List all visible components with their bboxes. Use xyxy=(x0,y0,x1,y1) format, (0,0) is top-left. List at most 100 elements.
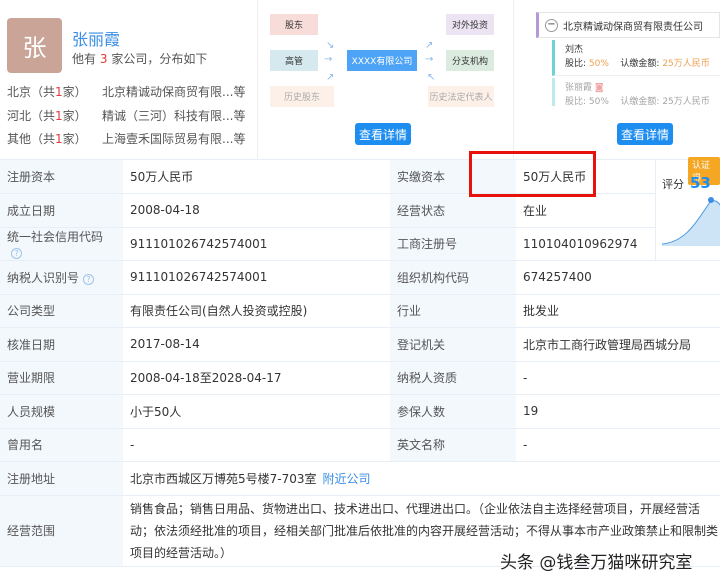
holder-name: 张丽霞 xyxy=(565,83,593,93)
watermark: 头条 @钱叁万猫咪研究室 xyxy=(500,553,693,573)
address-text: 北京市西城区万博苑5号楼7-703室 xyxy=(130,471,317,486)
side-cell xyxy=(698,327,720,362)
nearby-companies-link[interactable]: 附近公司 xyxy=(323,472,371,486)
side-cell xyxy=(698,260,720,295)
field-label: 登记机关 xyxy=(390,327,516,362)
field-label: 营业期限 xyxy=(0,361,123,395)
arrow-icon: ↗ xyxy=(326,72,335,83)
graph-detail-button[interactable]: 查看详情 xyxy=(355,123,411,145)
executives-box: 高管 xyxy=(270,50,318,71)
score-marker-icon xyxy=(708,197,714,203)
help-icon[interactable]: ? xyxy=(83,273,95,285)
field-value: 北京市工商行政管理局西城分局 xyxy=(516,327,699,362)
field-value: 674257400 xyxy=(516,260,699,295)
field-value: - xyxy=(516,361,699,395)
address-value: 北京市西城区万博苑5号楼7-703室 附近公司 xyxy=(123,461,720,496)
info-row: 成立日期 2008-04-18 经营状态 在业 xyxy=(0,193,720,228)
amount-value: 25万人民币 xyxy=(662,97,710,106)
person-name[interactable]: 张丽霞 xyxy=(72,26,120,50)
field-value: 911101026742574001 xyxy=(123,260,390,295)
field-label-text: 核准日期 xyxy=(7,337,56,352)
info-row: 营业期限 2008-04-18至2028-04-17 纳税人资质 - xyxy=(0,361,720,395)
collapse-icon[interactable]: − xyxy=(545,18,558,32)
field-value: 小于50人 xyxy=(123,394,390,429)
field-label-text: 营业期限 xyxy=(7,371,56,386)
region-row[interactable]: 北京（共1家） 北京精诚动保商贸有限...等 xyxy=(7,83,252,100)
side-cell xyxy=(698,294,720,328)
arrow-icon: ↗ xyxy=(425,40,434,51)
field-label: 组织机构代码 xyxy=(390,260,516,295)
relation-graph-card: 股东 高管 历史股东 XXXX有限公司 对外投资 分支机构 历史法定代表人 ↘ … xyxy=(258,0,514,160)
field-value: - xyxy=(516,428,699,462)
holder-item[interactable]: 张丽霞 ◙ 股比: 50% 认缴金额: 25万人民币 xyxy=(552,78,720,106)
holder-item[interactable]: 刘杰 股比: 50% 认缴金额: 25万人民币 xyxy=(552,40,720,76)
help-icon[interactable]: ? xyxy=(11,248,22,260)
field-label-text: 曾用名 xyxy=(7,438,44,453)
field-label: 成立日期 xyxy=(0,193,123,228)
field-label: 经营状态 xyxy=(390,193,516,228)
info-row: 核准日期 2017-08-14 登记机关 北京市工商行政管理局西城分局 xyxy=(0,327,720,362)
side-cell xyxy=(698,394,720,429)
field-value: 有限责任公司(自然人投资或控股) xyxy=(123,294,390,328)
field-label: 核准日期 xyxy=(0,327,123,362)
region-row[interactable]: 河北（共1家） 精诚（三河）科技有限...等 xyxy=(7,107,252,124)
field-label: 行业 xyxy=(390,294,516,328)
field-label-text: 注册资本 xyxy=(7,170,56,184)
address-label: 注册地址 xyxy=(0,461,123,496)
holder-name: 刘杰 xyxy=(565,45,584,55)
score-value: 53 xyxy=(690,174,711,192)
side-cell xyxy=(698,361,720,395)
field-label-text: 人员规模 xyxy=(7,404,56,419)
field-label-text: 公司类型 xyxy=(7,304,56,319)
branches-box: 分支机构 xyxy=(446,50,494,71)
region-count: 1 xyxy=(55,132,63,146)
equity-company-name: 北京精诚动保商贸有限责任公司 xyxy=(563,21,703,33)
company-count: 他有 3 家公司，分布如下 xyxy=(72,50,207,67)
field-value: 2008-04-18至2028-04-17 xyxy=(123,361,390,395)
field-value: - xyxy=(123,428,390,462)
info-row: 注册资本 50万人民币 实缴资本 50万人民币 xyxy=(0,160,720,194)
equity-card: − 北京精诚动保商贸有限责任公司 刘杰 股比: 50% 认缴金额: 25万人民币 张… xyxy=(514,0,720,160)
region-company: 北京精诚动保商贸有限...等 xyxy=(102,85,246,99)
side-cell xyxy=(698,428,720,462)
region-unit: 家） xyxy=(62,85,87,99)
field-label: 注册资本 xyxy=(0,160,123,194)
region-count: 1 xyxy=(55,85,63,99)
scope-label: 经营范围 xyxy=(0,495,123,567)
equity-detail-button[interactable]: 查看详情 xyxy=(617,123,673,145)
amount-label: 认缴金额: xyxy=(620,97,660,106)
region: 北京（共 xyxy=(7,85,56,99)
info-row: 曾用名 - 英文名称 - xyxy=(0,428,720,462)
investments-box: 对外投资 xyxy=(446,14,494,35)
arrow-icon: → xyxy=(425,54,434,65)
amount-value: 25万人民币 xyxy=(662,59,710,69)
equity-company-row[interactable]: − 北京精诚动保商贸有限责任公司 xyxy=(536,12,720,38)
arrow-icon: ↘ xyxy=(326,40,335,51)
score-panel[interactable]: 认证得 评分 53 xyxy=(655,157,720,260)
field-value: 2008-04-18 xyxy=(123,193,390,228)
field-label: 曾用名 xyxy=(0,428,123,462)
info-row: 公司类型 有限责任公司(自然人投资或控股) 行业 批发业 xyxy=(0,294,720,328)
field-value: 50万人民币 xyxy=(123,160,390,194)
info-row: 人员规模 小于50人 参保人数 19 xyxy=(0,394,720,429)
address-row: 注册地址 北京市西城区万博苑5号楼7-703室 附近公司 xyxy=(0,461,720,496)
field-label-text: 成立日期 xyxy=(7,203,56,218)
center-company-box: XXXX有限公司 xyxy=(347,50,417,71)
avatar: 张 xyxy=(7,18,62,73)
person-card: 张 张丽霞 他有 3 家公司，分布如下 北京（共1家） 北京精诚动保商贸有限...… xyxy=(0,0,258,160)
info-row: 纳税人识别号? 911101026742574001 组织机构代码 674257400 xyxy=(0,260,720,295)
field-label-text: 纳税人识别号 xyxy=(7,270,80,285)
count-value: 3 xyxy=(99,52,108,66)
score-label: 评分 xyxy=(662,178,684,191)
ratio-value: 50% xyxy=(588,97,609,106)
arrow-icon: ↖ xyxy=(427,72,436,83)
region-row[interactable]: 其他（共1家） 上海壹禾国际贸易有限...等 xyxy=(7,130,252,147)
region-company: 上海壹禾国际贸易有限...等 xyxy=(102,132,246,146)
arrow-icon: → xyxy=(324,54,333,65)
region-company: 精诚（三河）科技有限...等 xyxy=(102,109,246,123)
region-unit: 家） xyxy=(62,132,87,146)
region-count: 1 xyxy=(55,109,63,123)
history-legal-box: 历史法定代表人 xyxy=(428,86,494,107)
field-value: 19 xyxy=(516,394,699,429)
info-row: 统一社会信用代码? 911101026742574001 工商注册号 11010401… xyxy=(0,227,720,261)
